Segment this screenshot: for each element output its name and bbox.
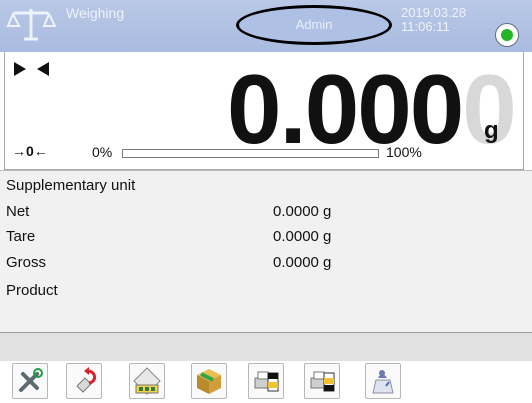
date-time: 2019.03.28 11:06:11 <box>401 6 466 34</box>
connection-status-icon[interactable] <box>495 23 519 47</box>
weight-reading: 0.0000 <box>227 60 517 158</box>
toolbar <box>0 361 532 403</box>
info-label-net: Net <box>6 203 30 220</box>
tools-icon <box>19 368 43 392</box>
print-header-button[interactable] <box>248 363 284 399</box>
info-label-supplementary: Supplementary unit <box>6 177 136 194</box>
date-text: 2019.03.28 <box>401 5 467 20</box>
time-text: 11:06:11 <box>401 19 450 34</box>
print-footer-button[interactable] <box>304 363 340 399</box>
stability-icon <box>14 62 49 76</box>
weight-user-icon <box>372 370 394 394</box>
status-strip <box>0 333 532 361</box>
undo-tare-button[interactable] <box>66 363 102 399</box>
mode-title: Weighing <box>66 5 125 21</box>
tare-value: 0.0000 g <box>273 228 332 245</box>
info-label-gross: Gross <box>6 254 47 271</box>
top-bar: Weighing Admin 2019.03.28 11:06:11 <box>0 0 532 52</box>
balance-icon[interactable] <box>6 6 56 44</box>
tools-button[interactable] <box>12 363 48 399</box>
net-value: 0.0000 g <box>273 203 332 220</box>
info-panel: Supplementary unit Net 0.0000 g Tare 0.0… <box>0 170 532 333</box>
zero-indicator: →0← <box>12 143 48 159</box>
range-max-label: 100% <box>386 144 422 160</box>
weighing-panel: 0.0000 g →0← 0% 100% <box>4 52 524 170</box>
gross-value: 0.0000 g <box>273 254 332 271</box>
weight-unit[interactable]: g <box>484 117 499 145</box>
weight-ghost-digit: 0 <box>462 54 516 164</box>
printer-footer-icon <box>310 371 335 392</box>
tare-database-icon <box>133 367 161 395</box>
tare-database-button[interactable] <box>129 363 165 399</box>
product-button[interactable] <box>191 363 227 399</box>
range-min-label: 0% <box>92 144 113 160</box>
undo-tare-icon <box>76 367 97 393</box>
info-label-product: Product <box>6 282 58 299</box>
user-label[interactable]: Admin <box>236 5 392 45</box>
printer-header-icon <box>254 371 279 392</box>
weight-value: 0.000 <box>227 54 464 164</box>
weight-user-button[interactable] <box>365 363 401 399</box>
status-dot <box>501 29 513 41</box>
load-bar <box>122 149 379 158</box>
product-box-icon <box>197 369 221 394</box>
info-label-tare: Tare <box>6 228 36 245</box>
